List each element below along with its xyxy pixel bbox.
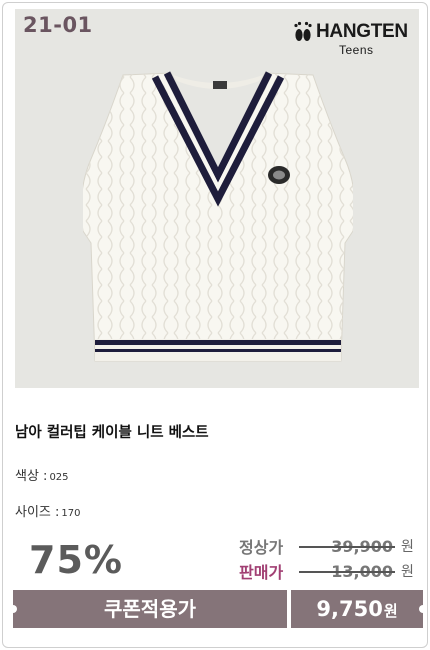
size-value: 170: [61, 508, 81, 519]
sale-price-row: 판매가 13,000 원: [239, 560, 414, 583]
product-code: 21-01: [23, 13, 93, 37]
size-option: 사이즈 :170: [15, 501, 81, 520]
brand-logo: HANGTEN Teens: [291, 17, 411, 59]
coupon-price-label[interactable]: 쿠폰적용가: [13, 590, 287, 628]
product-title[interactable]: 남아 컬러팁 케이블 니트 베스트: [15, 421, 209, 442]
sale-price: 13,000: [299, 562, 395, 581]
regular-price: 39,900: [299, 537, 395, 556]
brand-sub: Teens: [339, 43, 374, 57]
regular-price-row: 정상가 39,900 원: [239, 535, 414, 558]
final-price-value: 9,750: [316, 597, 383, 621]
color-option: 색상 :025: [15, 465, 69, 484]
product-photo[interactable]: 21-01 HANGTEN Teens: [15, 9, 419, 388]
product-card[interactable]: 21-01 HANGTEN Teens 남아 컬러팁 케이블 니트 베스트 색상…: [2, 2, 428, 648]
product-image: [83, 71, 353, 362]
sale-price-unit: 원: [401, 564, 414, 580]
sale-price-label: 판매가: [239, 563, 284, 582]
footprint-logo-icon: [294, 21, 312, 41]
coupon-price-bar[interactable]: 쿠폰적용가 9,750원: [9, 590, 427, 628]
brand-name: HANGTEN: [316, 21, 408, 42]
regular-price-unit: 원: [401, 539, 414, 555]
color-value: 025: [49, 472, 69, 483]
size-label: 사이즈 :: [15, 505, 60, 520]
color-label: 색상 :: [15, 469, 48, 484]
final-price-unit: 원: [383, 602, 398, 620]
regular-price-label: 정상가: [239, 538, 284, 557]
discount-rate: 75%: [29, 538, 123, 582]
final-price[interactable]: 9,750원: [291, 590, 423, 628]
